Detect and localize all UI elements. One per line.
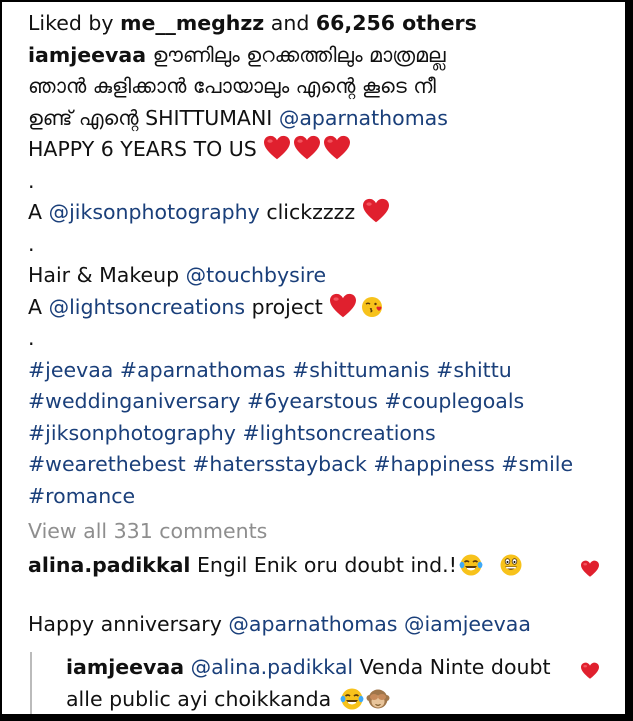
hashtags-line-4[interactable]: #wearethebest #hatersstayback #happiness… (28, 449, 618, 481)
project-credit-line: A @lightsoncreations project (28, 292, 618, 324)
caption-text-3: ഉണ്ട് എന്റെ SHITTUMANI (28, 105, 273, 130)
heart-emoji (293, 135, 321, 161)
caption-line-4: HAPPY 6 YEARS TO US (28, 134, 618, 166)
reply-line-2: alle public ayi choikkanda (66, 684, 605, 715)
hair-credit-line: Hair & Makeup @touchbysire (28, 260, 618, 292)
comment-text: Engil Enik oru doubt ind.! (196, 552, 457, 577)
caption-text-4: HAPPY 6 YEARS TO US (28, 137, 257, 161)
reply-text-1: Venda Ninte doubt (359, 655, 551, 679)
caption-text-1: ഊണിലും ഉറക്കത്തിലും മാത്രമല്ല (152, 42, 446, 67)
mention-aparnathomas[interactable]: @aparnathomas (279, 106, 448, 130)
heart-emoji (362, 198, 390, 224)
caption-content: Liked by me__meghzz and 66,256 others ia… (28, 8, 618, 641)
mention-aparnathomas[interactable]: @aparnathomas (228, 612, 397, 636)
post-caption-panel: Liked by me__meghzz and 66,256 others ia… (0, 0, 627, 716)
likes-line: Liked by me__meghzz and 66,256 others (28, 8, 618, 40)
separator-dot: . (28, 168, 35, 193)
caption-line-2: ഞാൻ കുളിക്കാൻ പോയാലും എന്റെ കൂടെ നീ (28, 71, 618, 103)
caption-line-1: iamjeevaa ഊണിലും ഉറക്കത്തിലും മാത്രമല്ല (28, 40, 618, 72)
face-with-tears-of-joy-emoji (459, 553, 483, 577)
mention-jiksonphotography[interactable]: @jiksonphotography (49, 200, 260, 224)
comment-row: Happy anniversary @aparnathomas @iamjeev… (28, 609, 618, 641)
photo-credit-line: A @jiksonphotography clickzzzz (28, 197, 618, 229)
liked-others-link[interactable]: 66,256 others (316, 11, 477, 35)
photo-suffix: clickzzzz (266, 200, 356, 224)
grinning-face-emoji (499, 553, 523, 577)
hashtags-line-2[interactable]: #weddinganiversary #6yearstous #couplego… (28, 386, 618, 418)
reply-thread: iamjeevaa @alina.padikkal Venda Ninte do… (30, 652, 605, 715)
comment-username[interactable]: alina.padikkal (28, 553, 190, 577)
see-no-evil-monkey-emoji (366, 687, 390, 711)
like-heart-icon[interactable] (580, 662, 600, 680)
project-prefix: A (28, 294, 43, 319)
comment-row: alina.padikkal Engil Enik oru doubt ind.… (28, 550, 618, 582)
mention-alina-padikkal[interactable]: @alina.padikkal (191, 655, 353, 679)
liked-user-link[interactable]: me__meghzz (120, 11, 264, 35)
liked-mid: and (270, 11, 310, 35)
hashtags-line-3[interactable]: #jiksonphotography #lightsoncreations (28, 418, 618, 450)
view-all-comments-link[interactable]: View all 331 comments (28, 516, 618, 548)
hair-text: Hair & Makeup (28, 263, 180, 287)
liked-prefix: Liked by (28, 11, 114, 35)
like-heart-icon[interactable] (580, 560, 600, 578)
mention-touchbysire[interactable]: @touchbysire (186, 263, 326, 287)
heart-emoji (329, 293, 357, 319)
separator-dot: . (28, 326, 35, 350)
reply-username[interactable]: iamjeevaa (66, 655, 184, 679)
separator-dot: . (28, 231, 35, 256)
mention-lightsoncreations[interactable]: @lightsoncreations (49, 295, 246, 319)
heart-emoji (263, 135, 291, 161)
heart-emoji (323, 135, 351, 161)
face-blowing-kiss-emoji (361, 295, 385, 319)
hashtags-line-5[interactable]: #romance (28, 481, 618, 513)
mention-iamjeevaa[interactable]: @iamjeevaa (404, 612, 531, 636)
reply-text-2: alle public ayi choikkanda (66, 686, 332, 711)
caption-line-3: ഉണ്ട് എന്റെ SHITTUMANI @aparnathomas (28, 103, 618, 135)
face-with-tears-of-joy-emoji (340, 687, 364, 711)
reply-line-1: iamjeevaa @alina.padikkal Venda Ninte do… (66, 652, 605, 684)
hashtags-line-1[interactable]: #jeevaa #aparnathomas #shittumanis #shit… (28, 355, 618, 387)
caption-text-2: ഞാൻ കുളിക്കാൻ പോയാലും എന്റെ കൂടെ നീ (28, 74, 436, 98)
photo-prefix: A (28, 200, 43, 224)
author-username[interactable]: iamjeevaa (28, 43, 146, 67)
comment-text: Happy anniversary (28, 612, 222, 636)
project-suffix: project (251, 294, 323, 319)
